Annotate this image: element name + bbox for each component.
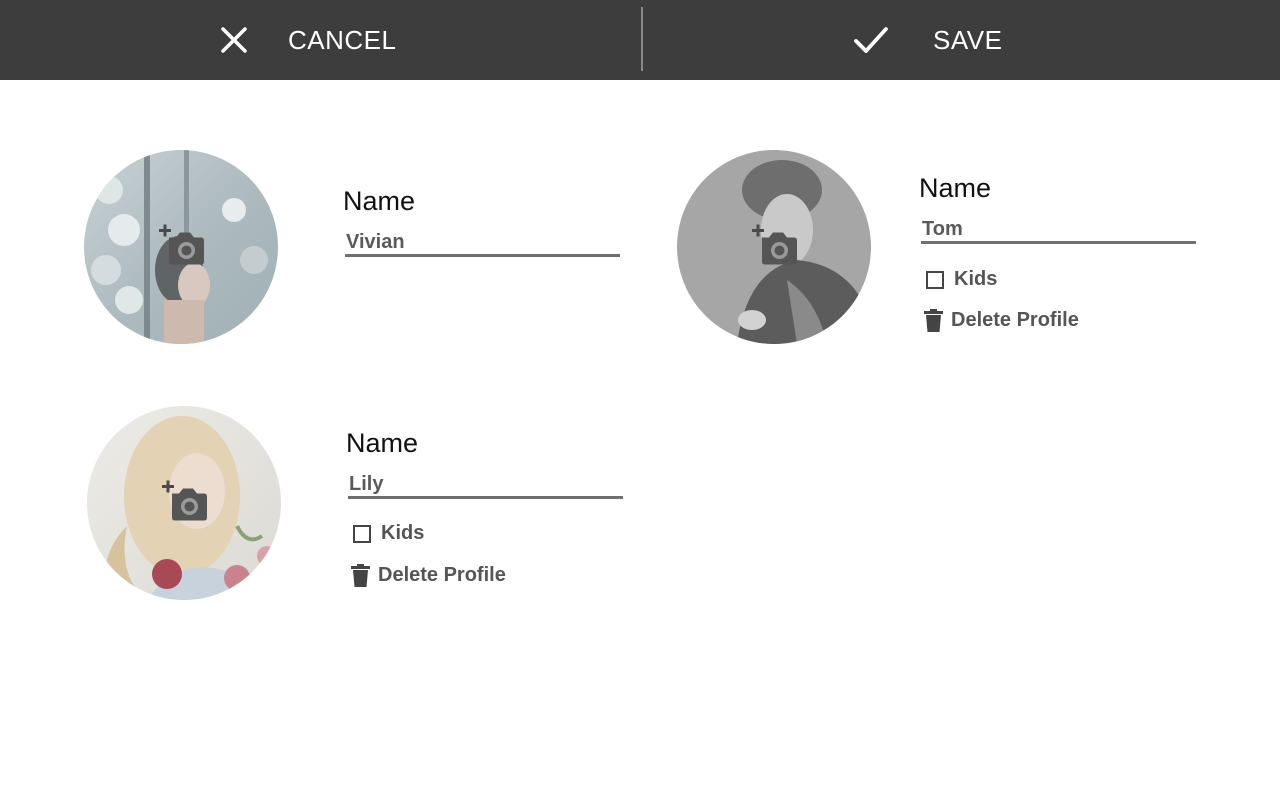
kids-checkbox[interactable] [926,270,944,289]
profile-avatar[interactable] [87,406,281,600]
profile-avatar[interactable] [84,150,278,344]
name-title: Name [343,186,416,216]
delete-profile-button[interactable]: Delete Profile [924,309,1079,332]
name-input[interactable] [348,472,623,499]
add-photo-icon [160,480,208,527]
delete-profile-label: Delete Profile [378,564,506,586]
kids-label: Kids [954,268,998,290]
close-icon [218,24,250,56]
cancel-label: CANCEL [288,24,397,55]
add-photo-icon [750,224,798,271]
delete-profile-button[interactable]: Delete Profile [351,564,506,587]
toolbar-divider [641,7,643,71]
delete-profile-label: Delete Profile [951,309,1079,331]
top-action-bar: CANCEL SAVE [0,0,1280,80]
add-photo-icon [157,224,205,271]
name-input[interactable] [345,230,620,257]
cancel-button[interactable]: CANCEL [218,0,396,80]
name-title: Name [919,173,992,203]
profile-avatar[interactable] [677,150,871,344]
kids-toggle[interactable]: Kids [353,522,424,545]
save-label: SAVE [933,24,1003,55]
trash-icon [924,309,951,332]
kids-toggle[interactable]: Kids [926,268,997,291]
name-input[interactable] [921,217,1196,244]
kids-label: Kids [381,522,425,544]
save-button[interactable]: SAVE [853,0,1002,80]
kids-checkbox[interactable] [353,524,371,543]
name-title: Name [346,428,419,458]
trash-icon [351,564,378,587]
check-icon [853,24,889,56]
